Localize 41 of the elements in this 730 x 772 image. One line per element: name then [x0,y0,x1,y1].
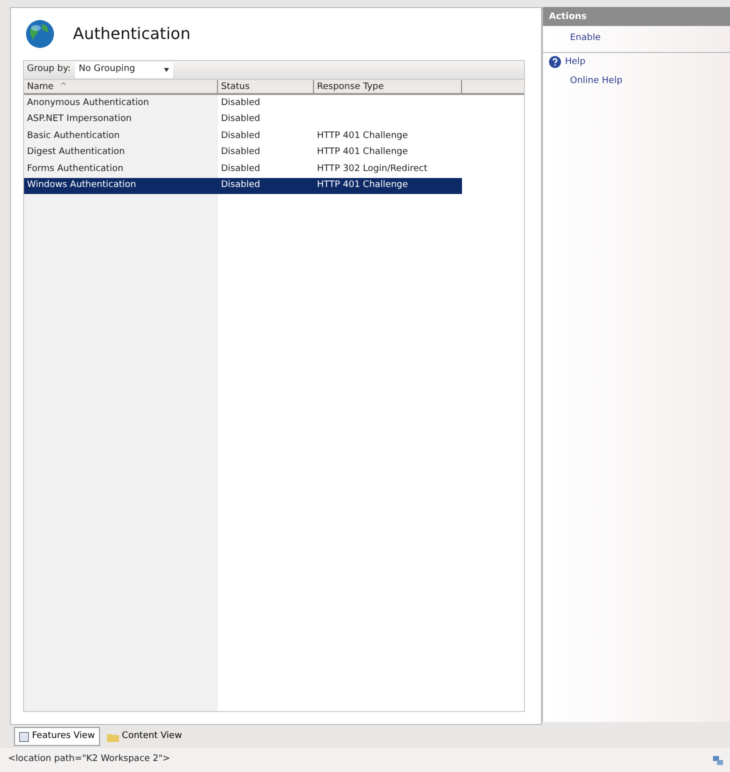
action-link[interactable]: Enable [543,26,730,52]
table-cell: Forms Authentication [27,164,124,174]
globe-icon [25,19,55,49]
view-tab[interactable]: Content View [102,726,187,746]
folder-icon [106,732,119,742]
view-tab[interactable]: Features View [14,726,100,746]
table-cell: Anonymous Authentication [27,98,149,108]
help-icon [549,56,561,68]
status-text: <location path="K2 Workspace 2"> [8,753,170,766]
table-cell: Disabled [221,114,260,124]
table-cell: HTTP 401 Challenge [317,147,408,157]
group-by-dropdown[interactable]: No Grouping [74,62,173,78]
list-icon [19,732,29,742]
table-cell: HTTP 302 Login/Redirect [317,164,428,174]
table-row[interactable]: Basic Authentication Disabled HTTP 401 Challenge [24,128,524,144]
network-icon [712,754,724,766]
column-header[interactable]: Status [218,80,314,93]
actions-header: Actions [543,7,730,26]
action-link[interactable]: Online Help [543,72,730,92]
table-cell: Disabled [221,98,260,108]
caret-icon [164,68,169,72]
table-row[interactable]: Forms Authentication Disabled HTTP 302 Login/Redirect [24,161,524,178]
help-link[interactable]: Help [565,56,586,69]
table-cell: Disabled [221,130,260,140]
group-by-label: Group by: [27,63,71,76]
table-cell: Disabled [221,180,260,190]
table-cell: HTTP 401 Challenge [317,180,408,190]
table-row[interactable]: Digest Authentication Disabled HTTP 401 Challenge [24,144,524,161]
column-header[interactable]: Name ^ [24,80,218,93]
table-cell: Basic Authentication [27,130,120,140]
column-header[interactable]: Response Type [314,80,462,93]
table-cell: Windows Authentication [27,180,136,190]
table-cell: Disabled [221,164,260,174]
table-cell: HTTP 401 Challenge [317,130,408,140]
page-title: Authentication [73,23,190,45]
table-cell: ASP.NET Impersonation [27,114,132,124]
table-cell: Digest Authentication [27,147,125,157]
table-row[interactable]: ASP.NET Impersonation Disabled [24,112,524,128]
table-row[interactable]: Anonymous Authentication Disabled [24,95,524,112]
table-row[interactable]: Windows Authentication Disabled HTTP 401 Challenge [24,178,462,194]
table-cell: Disabled [221,147,260,157]
